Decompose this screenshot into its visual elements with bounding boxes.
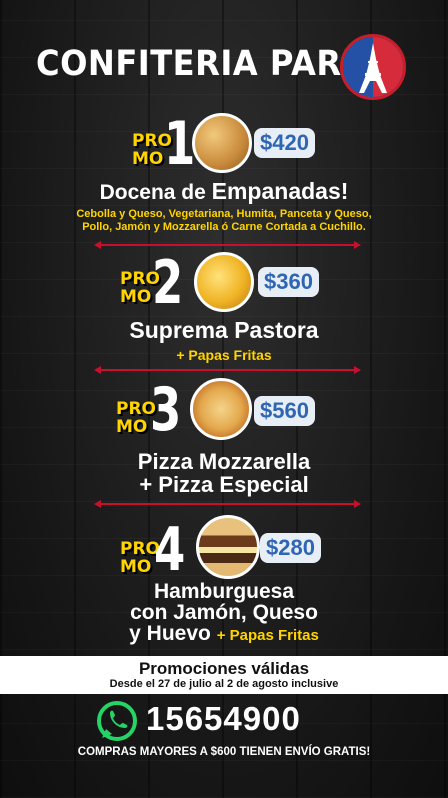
promo-3-price: $560 bbox=[254, 396, 315, 426]
pizza-photo bbox=[190, 378, 252, 440]
promo-2-number: 2 bbox=[152, 248, 184, 318]
promo-1-price: $420 bbox=[254, 128, 315, 158]
empanadas-photo bbox=[192, 113, 252, 173]
promo-1-number: 1 bbox=[164, 109, 196, 179]
promo-4-number: 4 bbox=[154, 515, 186, 585]
promo-1-details-line1: Cebolla y Queso, Vegetariana, Humita, Pa… bbox=[76, 208, 372, 220]
promo-4-title-line1: Hamburguesa bbox=[153, 580, 295, 603]
divider-3 bbox=[94, 500, 361, 508]
phone-number[interactable]: 15654900 bbox=[146, 700, 301, 738]
validity-title: Promociones válidas bbox=[138, 659, 310, 678]
promo-4-title-line2: con Jamón, Queso bbox=[130, 601, 318, 624]
promo-1-title-a: Docena de bbox=[99, 181, 212, 204]
promo-1-details-line2: Pollo, Jamón y Mozzarella ó Carne Cortad… bbox=[82, 221, 366, 233]
free-shipping-note: COMPRAS MAYORES A $600 TIENEN ENVÍO GRAT… bbox=[77, 746, 371, 758]
promo-3-title-line2: + Pizza Especial bbox=[139, 472, 309, 497]
promo-1-title: Docena de Empanadas! bbox=[0, 178, 448, 205]
promo-4-title-line3-text: y Huevo bbox=[129, 622, 211, 645]
promo-4-price: $280 bbox=[260, 533, 321, 563]
promo-flyer: CONFITERIA PARIS PRO MO 1 $420 Docena de… bbox=[0, 0, 448, 798]
eiffel-tower-logo bbox=[340, 34, 406, 100]
divider-2 bbox=[94, 366, 361, 374]
promo-3-number: 3 bbox=[150, 375, 182, 445]
promo-2-extra: + Papas Fritas bbox=[176, 347, 272, 363]
promo-2-title: Suprema Pastora bbox=[129, 317, 319, 343]
promo-1-title-b: Empanadas! bbox=[211, 178, 349, 204]
promo-4-title-line3: y Huevo + Papas Fritas bbox=[0, 623, 448, 646]
promo-3-title-line1: Pizza Mozzarella bbox=[137, 449, 311, 474]
whatsapp-icon bbox=[96, 700, 138, 742]
promo-4-extra: + Papas Fritas bbox=[216, 627, 319, 644]
brand-title: CONFITERIA PARIS bbox=[36, 44, 378, 84]
suprema-fries-photo bbox=[194, 252, 254, 312]
promo-4-title: Hamburguesa con Jamón, Queso y Huevo + P… bbox=[0, 581, 448, 646]
hamburger-photo bbox=[196, 515, 260, 579]
validity-dates: Desde el 27 de julio al 2 de agosto incl… bbox=[109, 678, 339, 690]
divider-1 bbox=[94, 241, 361, 249]
promo-2-price: $360 bbox=[258, 267, 319, 297]
promo-3-title: Pizza Mozzarella + Pizza Especial bbox=[0, 450, 448, 496]
